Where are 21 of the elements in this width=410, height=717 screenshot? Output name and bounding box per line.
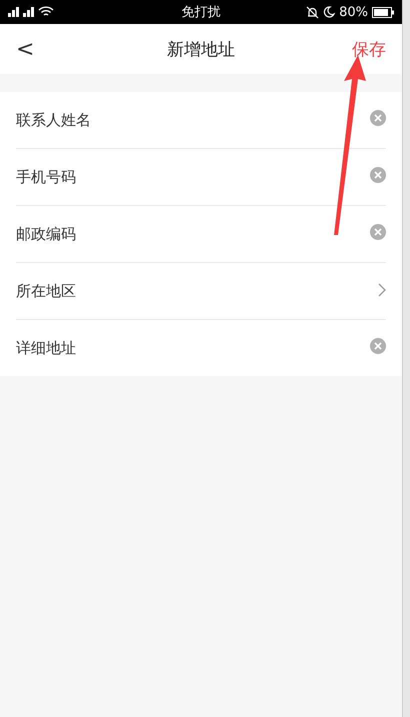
field-label: 所在地区: [16, 282, 77, 300]
page-title: 新增地址: [166, 38, 236, 60]
field-label: 手机号码: [16, 168, 77, 186]
clear-icon[interactable]: [370, 110, 386, 126]
save-button[interactable]: 保存: [326, 38, 386, 60]
moon-icon: [323, 6, 336, 18]
battery-text: 80%: [339, 4, 368, 20]
muted-bell-icon: [306, 6, 320, 18]
field-label: 联系人姓名: [16, 110, 92, 130]
field-label: 详细地址: [16, 338, 77, 358]
battery-icon: [372, 6, 394, 18]
clear-icon[interactable]: [370, 167, 386, 183]
field-label: 邮政编码: [16, 224, 77, 244]
chevron-icon: [378, 282, 386, 296]
status-text: 免打扰: [182, 4, 220, 21]
signal-icon: [8, 7, 19, 17]
back-button[interactable]: <: [16, 36, 76, 62]
wifi-icon: [38, 6, 54, 18]
signal-icon: [23, 7, 34, 17]
clear-icon[interactable]: [370, 338, 386, 354]
clear-icon[interactable]: [370, 224, 386, 240]
